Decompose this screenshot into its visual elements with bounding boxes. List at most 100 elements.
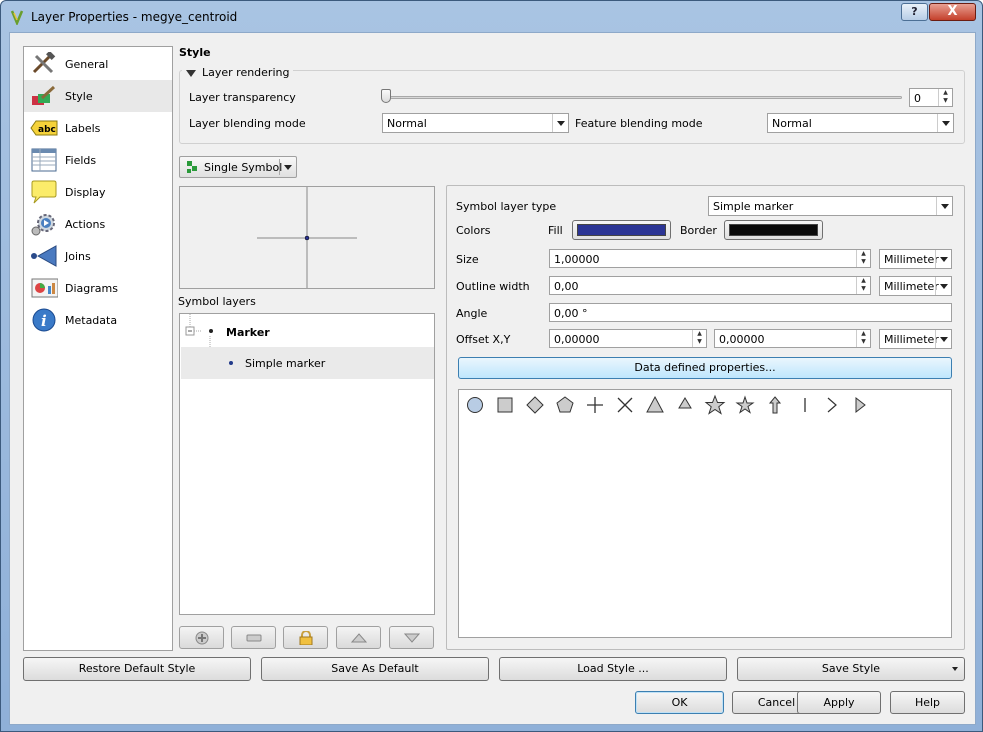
- border-color-button[interactable]: [724, 220, 823, 240]
- sidebar-item-label: Metadata: [65, 314, 118, 327]
- renderer-type-button[interactable]: Single Symbol: [179, 156, 297, 178]
- arrowhead-icon[interactable]: [821, 394, 843, 416]
- sidebar-item-label: General: [65, 58, 109, 71]
- sidebar-item-fields[interactable]: Fields: [24, 144, 172, 176]
- help-title-button[interactable]: ?: [901, 3, 928, 21]
- offset-y-spinbox[interactable]: 0,00000 ▲ ▼: [714, 329, 871, 348]
- sidebar-item-metadata[interactable]: i Metadata: [24, 304, 172, 336]
- remove-layer-button[interactable]: [231, 626, 276, 649]
- layer-rendering-header-label: Layer rendering: [202, 66, 290, 79]
- tree-item-simple-marker[interactable]: Simple marker: [245, 357, 325, 370]
- tree-item-marker[interactable]: Marker: [226, 326, 270, 339]
- sidebar-item-general[interactable]: General: [24, 48, 172, 80]
- apply-button[interactable]: Apply: [797, 691, 881, 714]
- close-button[interactable]: X: [929, 3, 976, 21]
- diamond-icon[interactable]: [524, 394, 546, 416]
- border-label: Border: [680, 224, 717, 237]
- transparency-slider-handle[interactable]: [381, 89, 391, 103]
- sidebar-item-style[interactable]: Style: [24, 80, 172, 112]
- symbol-layers-tree[interactable]: Marker Simple marker: [179, 313, 435, 615]
- qgis-logo-icon: [10, 10, 24, 25]
- size-unit-value: Millimeter: [884, 253, 939, 266]
- fill-color-button[interactable]: [572, 220, 671, 240]
- cross-icon[interactable]: [584, 394, 606, 416]
- layer-properties-window: Layer Properties - megye_centroid ? X Ge…: [0, 0, 983, 732]
- layer-blending-combo[interactable]: Normal: [382, 113, 569, 133]
- help-button[interactable]: Help: [890, 691, 965, 714]
- arrow-icon[interactable]: [764, 394, 786, 416]
- arrow-up-icon: [350, 633, 368, 643]
- filled-arrowhead-icon[interactable]: [849, 394, 871, 416]
- outline-width-spinbox[interactable]: 0,00 ▲ ▼: [549, 276, 871, 295]
- pentagon-icon[interactable]: [554, 394, 576, 416]
- spin-down-icon[interactable]: ▼: [693, 338, 706, 346]
- move-down-button[interactable]: [389, 626, 434, 649]
- abc-label-icon: abc: [30, 120, 58, 136]
- spin-up-icon[interactable]: ▲: [939, 89, 952, 97]
- restore-default-style-button[interactable]: Restore Default Style: [23, 657, 251, 681]
- lock-layer-button[interactable]: [283, 626, 328, 649]
- circle-icon[interactable]: [464, 394, 486, 416]
- sidebar-item-display[interactable]: Display: [24, 176, 172, 208]
- offset-x-value: 0,00000: [554, 333, 600, 346]
- spin-up-icon[interactable]: ▲: [857, 250, 870, 258]
- spin-down-icon[interactable]: ▼: [857, 258, 870, 266]
- single-symbol-icon: [187, 161, 197, 173]
- save-style-label: Save Style: [821, 662, 881, 675]
- preview-crosshair: [257, 187, 357, 288]
- sidebar-item-diagrams[interactable]: Diagrams: [24, 272, 172, 304]
- spin-down-icon[interactable]: ▼: [857, 338, 870, 346]
- x-cross-icon[interactable]: [614, 394, 636, 416]
- angle-value: 0,00 °: [554, 307, 588, 320]
- transparency-spinbox[interactable]: 0 ▲ ▼: [909, 88, 953, 107]
- sidebar: General Style abc Labels Fields Display …: [23, 46, 173, 651]
- move-up-button[interactable]: [336, 626, 381, 649]
- spin-up-icon[interactable]: ▲: [857, 330, 870, 338]
- layer-rendering-header[interactable]: Layer rendering: [182, 66, 294, 79]
- save-as-default-button[interactable]: Save As Default: [261, 657, 489, 681]
- outline-unit-value: Millimeter: [884, 280, 939, 293]
- symbol-layers-label: Symbol layers: [178, 295, 256, 308]
- dialog-client: General Style abc Labels Fields Display …: [9, 32, 976, 725]
- chevron-down-icon: [935, 250, 951, 268]
- minus-icon: [246, 634, 262, 642]
- data-defined-properties-button[interactable]: Data defined properties...: [458, 357, 952, 379]
- outline-width-label: Outline width: [456, 280, 530, 293]
- spin-up-icon[interactable]: ▲: [857, 277, 870, 285]
- square-icon[interactable]: [494, 394, 516, 416]
- load-style-button[interactable]: Load Style ...: [499, 657, 727, 681]
- equilateral-triangle-icon[interactable]: [674, 394, 696, 416]
- chevron-down-icon[interactable]: [284, 165, 292, 170]
- chevron-down-icon: [552, 114, 568, 132]
- spin-down-icon[interactable]: ▼: [939, 97, 952, 105]
- spin-up-icon[interactable]: ▲: [693, 330, 706, 338]
- ok-button[interactable]: OK: [635, 691, 724, 714]
- sidebar-item-label: Display: [65, 186, 106, 199]
- transparency-slider-track[interactable]: [390, 96, 902, 99]
- star-icon[interactable]: [704, 394, 726, 416]
- gear-icon: [31, 214, 55, 236]
- feature-blending-combo[interactable]: Normal: [767, 113, 954, 133]
- angle-spinbox[interactable]: 0,00 °: [549, 303, 952, 322]
- symbol-layer-type-combo[interactable]: Simple marker: [708, 196, 953, 216]
- title-bar: Layer Properties - megye_centroid ? X: [1, 1, 982, 33]
- outline-unit-combo[interactable]: Millimeter: [879, 276, 952, 296]
- spin-down-icon[interactable]: ▼: [857, 285, 870, 293]
- add-layer-button[interactable]: [179, 626, 224, 649]
- size-value: 1,00000: [554, 253, 600, 266]
- line-icon[interactable]: [794, 394, 816, 416]
- offset-unit-value: Millimeter: [884, 333, 939, 346]
- sidebar-item-labels[interactable]: abc Labels: [24, 112, 172, 144]
- colors-label: Colors: [456, 224, 491, 237]
- offset-x-spinbox[interactable]: 0,00000 ▲ ▼: [549, 329, 707, 348]
- size-spinbox[interactable]: 1,00000 ▲ ▼: [549, 249, 871, 268]
- offset-unit-combo[interactable]: Millimeter: [879, 329, 952, 349]
- sidebar-item-joins[interactable]: Joins: [24, 240, 172, 272]
- triangle-icon[interactable]: [644, 394, 666, 416]
- sidebar-item-actions[interactable]: Actions: [24, 208, 172, 240]
- size-unit-combo[interactable]: Millimeter: [879, 249, 952, 269]
- regular-star-icon[interactable]: [734, 394, 756, 416]
- save-style-button[interactable]: Save Style: [737, 657, 965, 681]
- info-icon: i: [32, 308, 56, 332]
- symbol-layer-type-value: Simple marker: [713, 200, 794, 213]
